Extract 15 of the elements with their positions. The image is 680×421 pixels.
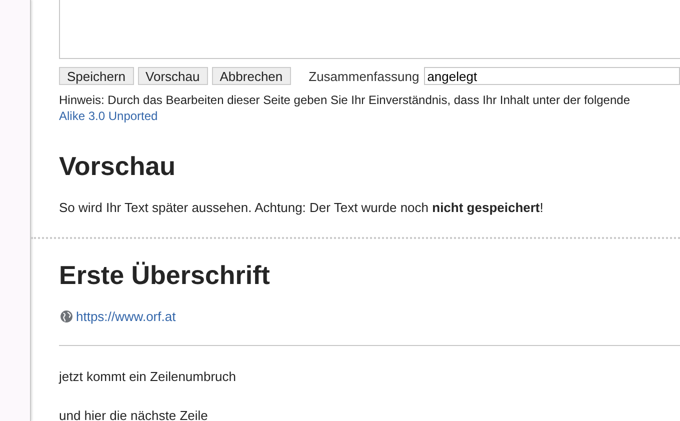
summary-label: Zusammenfassung	[308, 68, 420, 84]
external-link[interactable]: https://www.orf.at	[76, 309, 176, 324]
license-notice: Hinweis: Durch das Bearbeiten dieser Seite geben Sie Ihr Einverständnis, dass Ihr Inhalt unter der folgende	[59, 93, 631, 107]
form-button[interactable]: Speichern	[59, 67, 134, 85]
form-button[interactable]: Abbrechen	[212, 67, 291, 85]
summary-field[interactable]: angelegt	[424, 67, 680, 85]
preview-heading: Vorschau	[59, 151, 177, 182]
form-button[interactable]: Vorschau	[138, 67, 208, 85]
content-paragraph: und hier die nächste Zeile	[59, 408, 209, 421]
content-heading: Erste Überschrift	[59, 260, 271, 291]
globe-icon	[60, 310, 73, 323]
edit-textarea[interactable]	[59, 0, 680, 59]
license-link[interactable]: Alike 3.0 Unported	[59, 109, 158, 123]
preview-note: So wird Ihr Text später aussehen. Achtung: Der Text wurde noch nicht gespeichert!	[59, 200, 544, 215]
content-paragraph: jetzt kommt ein Zeilenumbruch	[59, 369, 238, 385]
